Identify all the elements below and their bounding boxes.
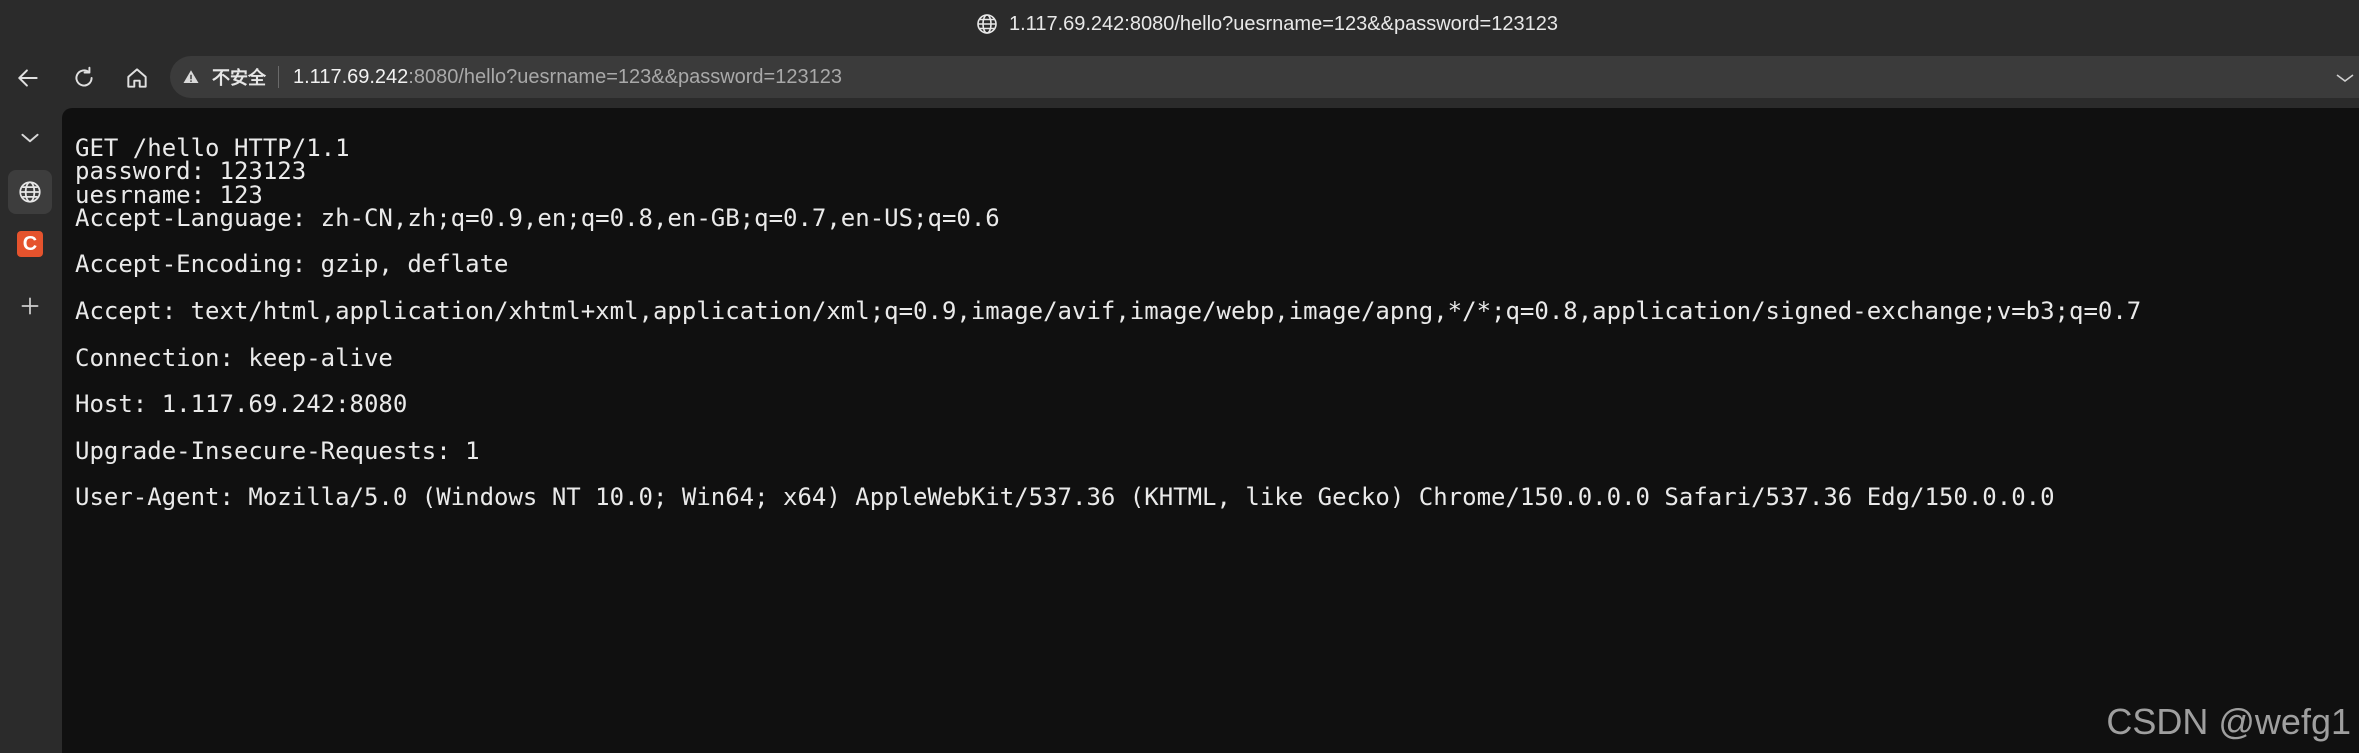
csdn-watermark: CSDN @wefg1 [2106,701,2351,742]
refresh-icon [75,66,93,87]
plus-icon [21,297,39,315]
globe-icon [977,14,997,34]
window-title: 1.117.69.242:8080/hello?uesrname=123&&pa… [1009,12,1558,35]
url-host[interactable]: 1.117.69.242 [293,66,408,89]
title-bar: 1.117.69.242:8080/hello?uesrname=123&&pa… [0,0,2359,48]
window-title-group: 1.117.69.242:8080/hello?uesrname=123&&pa… [975,10,1558,38]
chevron-down-icon[interactable] [2335,68,2355,88]
home-button[interactable] [119,60,155,96]
browser-window: 1.117.69.242:8080/hello?uesrname=123&&pa… [0,0,2359,753]
browser-toolbar: 不安全 1.117.69.242 :8080/hello?uesrname=12… [0,48,2359,108]
vertical-sidebar: C [0,108,62,753]
page-content: GET /hello HTTP/1.1 password: 123123 ues… [62,108,2359,753]
address-separator [278,66,279,88]
back-button[interactable] [10,60,46,96]
warning-triangle-icon[interactable] [182,67,202,87]
home-icon [127,68,147,88]
sidebar-tab-csdn[interactable]: C [8,222,52,266]
csdn-icon: C [17,231,43,257]
sidebar-collapse-button[interactable] [8,116,52,160]
request-headers-text: GET /hello HTTP/1.1 password: 123123 ues… [75,134,2142,512]
sidebar-tab-current[interactable] [8,170,52,214]
address-bar[interactable]: 不安全 1.117.69.242 :8080/hello?uesrname=12… [170,56,2359,98]
globe-icon [19,181,41,203]
back-arrow-icon [18,69,38,87]
refresh-button[interactable] [66,60,102,96]
chevron-down-icon [21,133,39,143]
security-status-label[interactable]: 不安全 [212,64,266,90]
new-tab-button[interactable] [8,284,52,328]
url-path[interactable]: :8080/hello?uesrname=123&&password=12312… [408,66,842,89]
